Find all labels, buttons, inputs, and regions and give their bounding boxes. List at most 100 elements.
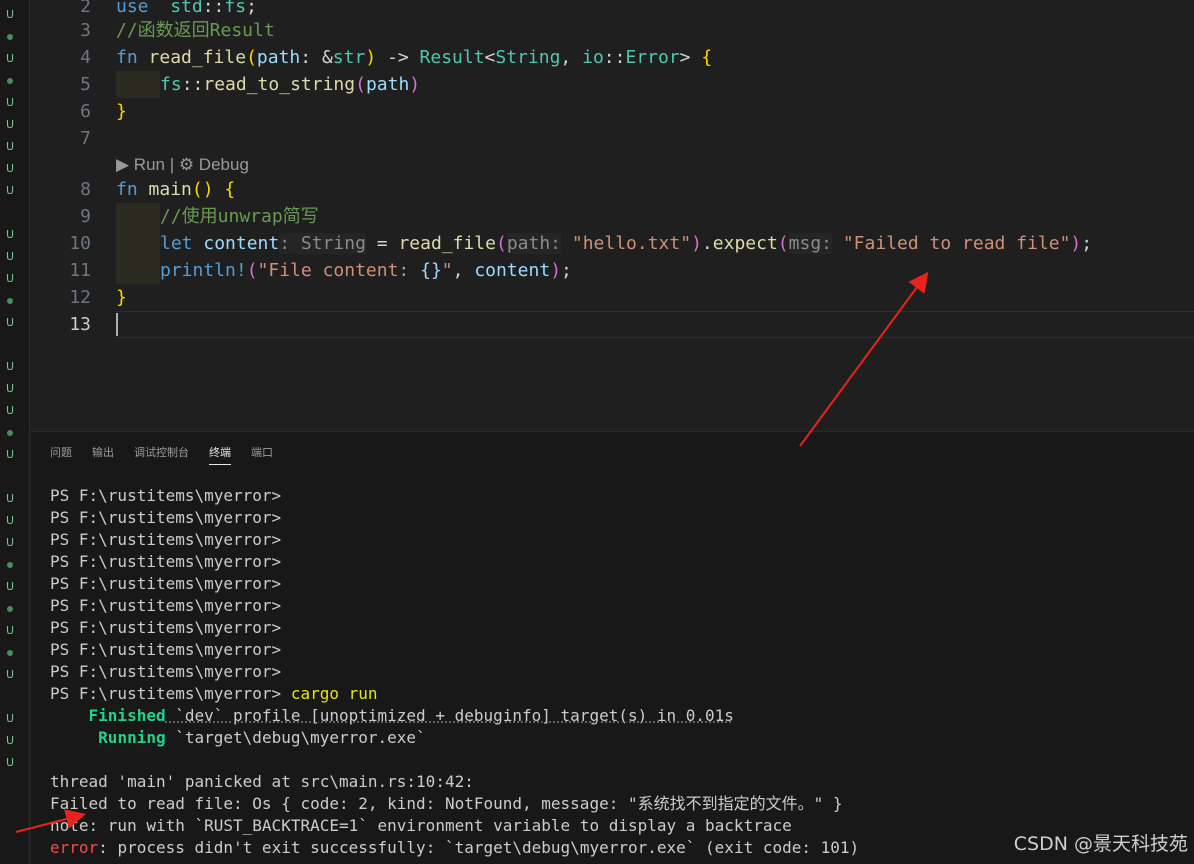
bottom-panel: 问题 输出 调试控制台 终端 端口 PS F:\rustitems\myerror> PS… [31,431,1194,864]
untracked-marker: U [5,360,15,373]
indent-guide [116,71,160,98]
code-line[interactable]: println!("File content: {}", content); [116,257,572,284]
code-line[interactable]: let content: String = read_file(path: "h… [116,230,1092,257]
code-line[interactable]: //函数返回Result [116,17,275,44]
csdn-watermark: CSDN @景天科技苑 [1013,833,1188,855]
panic-message: thread 'main' panicked at src\main.rs:10… [50,772,474,791]
untracked-marker: U [5,448,15,461]
code-line[interactable]: fs::read_to_string(path) [116,71,420,98]
code-token: ) [1070,233,1082,254]
untracked-marker: U [5,580,15,593]
terminal-prompt: PS F:\rustitems\myerror> [50,486,282,505]
code-token: ( [355,74,366,95]
untracked-marker: U [5,734,15,747]
terminal-line: PS F:\rustitems\myerror> cargo run [50,683,859,705]
code-editor[interactable]: ▶ Run | ⚙ Debug 2 use std::fs; 3//函数返回Resu… [31,0,1194,431]
terminal-prompt: PS F:\rustitems\myerror> [50,596,282,615]
modified-dot-marker [4,294,16,308]
code-token: ) [691,233,702,254]
code-token: ) [365,47,377,68]
code-token: ( [777,233,789,254]
terminal-text: `target\debug\myerror.exe` [165,728,426,747]
terminal-command: cargo run [290,684,378,703]
untracked-marker: U [5,624,15,637]
code-token: //函数返回Result [116,20,275,41]
line-number: 9 [80,206,91,227]
panel-tab[interactable]: 问题 [50,444,72,465]
terminal-prompt: PS F:\rustitems\myerror> [50,530,282,549]
code-token: let [160,233,193,254]
line-number: 4 [80,47,91,68]
line-number: 13 [69,314,91,335]
code-line[interactable]: fn read_file(path: &str) -> Result<Strin… [116,44,712,71]
code-token: ( [495,233,507,254]
code-token: fs [160,74,182,95]
code-line[interactable]: //使用unwrap简写 [116,203,319,230]
terminal-prompt: PS F:\rustitems\myerror> [50,508,282,527]
terminal-output[interactable]: PS F:\rustitems\myerror> PS F:\rustitems\… [50,485,859,864]
panel-tab[interactable]: 端口 [251,444,273,465]
code-token: ( [246,47,257,68]
modified-dot-marker [4,74,16,88]
panel-tab[interactable]: 终端 [209,444,231,465]
code-token: ; [246,0,257,17]
current-line-highlight [116,311,1194,338]
modified-dot-marker [4,602,16,616]
terminal-line: PS F:\rustitems\myerror> [50,639,859,661]
code-token: > [679,47,702,68]
indent-guide [116,203,160,230]
modified-dot-marker [4,558,16,572]
run-debug-codelens[interactable]: ▶ Run | ⚙ Debug [116,151,249,178]
code-token: () [191,179,214,200]
terminal-line: Finished `dev` profile [unoptimized + de… [50,705,859,727]
untracked-marker: U [5,52,15,65]
untracked-marker: U [5,536,15,549]
text-caret [116,313,118,336]
terminal-line: error: process didn't exit successfully:… [50,837,859,859]
terminal-line: Running `target\debug\myerror.exe` [50,727,859,749]
code-token: read_to_string [203,74,356,95]
code-token: Error [625,47,680,68]
untracked-marker: U [5,184,15,197]
terminal-prompt: PS F:\rustitems\myerror> [50,574,282,593]
code-token: :: [181,74,204,95]
code-line[interactable]: } [116,284,127,311]
code-token: io [582,47,604,68]
code-token: ) [409,74,421,95]
inlay-hint: path: [506,233,562,254]
line-number: 3 [80,20,91,41]
terminal-line: PS F:\rustitems\myerror> [50,617,859,639]
code-token: read_file [398,233,496,254]
terminal-text: : process didn't exit successfully: `tar… [98,838,860,857]
code-token: content [203,233,280,254]
code-token: , [452,260,475,281]
code-token: str [332,47,366,68]
untracked-marker: U [5,382,15,395]
code-token: std [170,0,203,17]
code-line[interactable]: fn main() { [116,176,235,203]
error-label: error [50,838,99,857]
untracked-marker: U [5,492,15,505]
untracked-marker: U [5,162,15,175]
terminal-line: PS F:\rustitems\myerror> [50,661,859,683]
terminal-prompt: PS F:\rustitems\myerror> [50,684,282,703]
panel-tab[interactable]: 调试控制台 [134,444,189,465]
panel-tabs: 问题 输出 调试控制台 终端 端口 [50,444,273,465]
terminal-prompt: PS F:\rustitems\myerror> [50,618,282,637]
code-line[interactable]: } [116,98,127,125]
terminal-prompt: PS F:\rustitems\myerror> [50,662,282,681]
panel-tab[interactable]: 输出 [92,444,114,465]
code-token: "hello.txt" [571,233,692,254]
code-token: -> [376,47,420,68]
code-token: "Failed to read file" [842,233,1071,254]
line-number: 12 [69,287,91,308]
untracked-marker: U [5,228,15,241]
code-token: read_file [148,47,247,68]
line-number: 5 [80,74,91,95]
code-token: expect [712,233,778,254]
